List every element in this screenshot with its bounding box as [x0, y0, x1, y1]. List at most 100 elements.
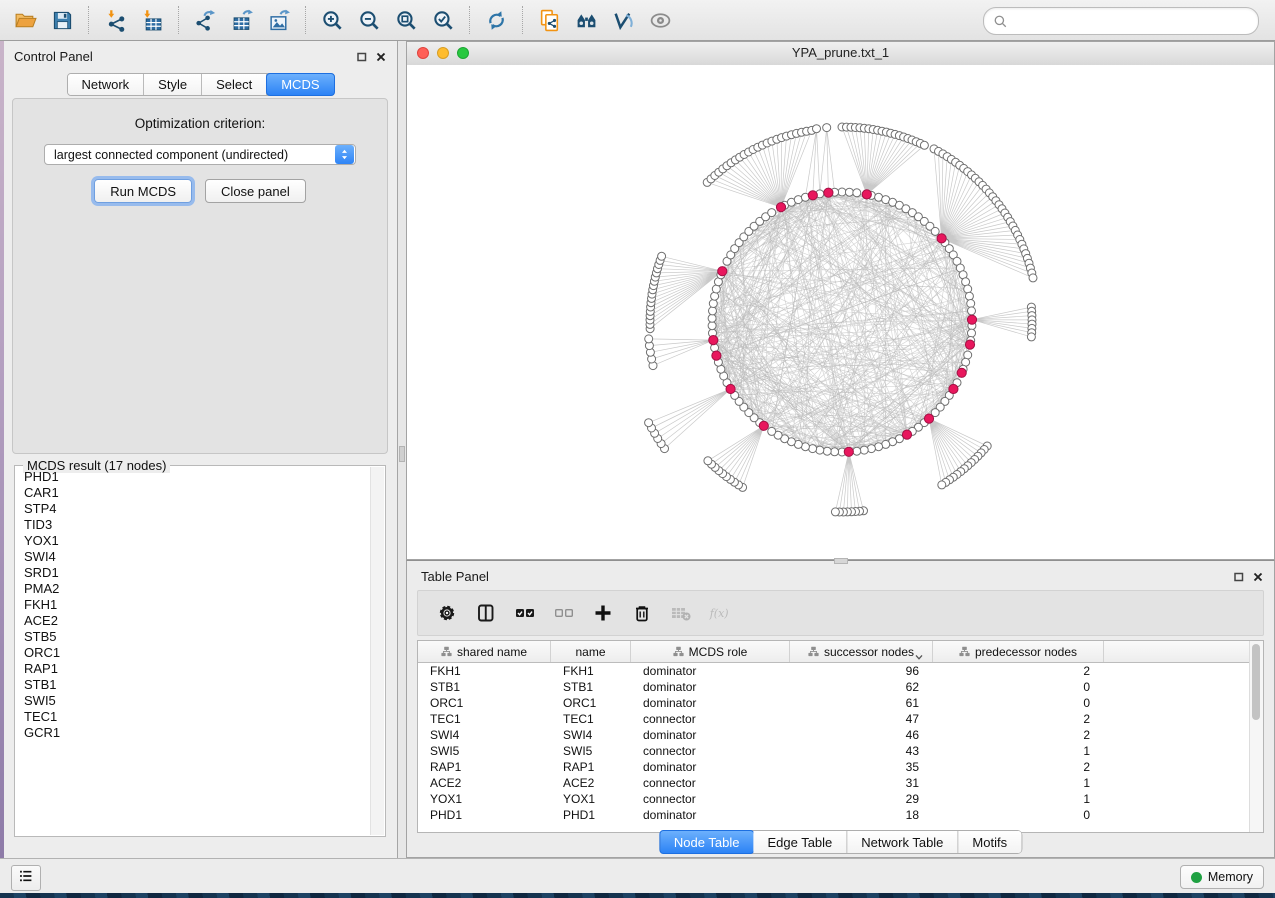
table-row[interactable]: ORC1ORC1dominator610	[418, 695, 1263, 711]
memory-button[interactable]: Memory	[1180, 865, 1264, 889]
mcds-result-item[interactable]: RAP1	[16, 661, 370, 677]
table-scrollbar[interactable]	[1249, 641, 1263, 832]
mcds-result-item[interactable]: TID3	[16, 517, 370, 533]
search-icon	[993, 14, 1008, 29]
import-network-button[interactable]	[97, 3, 134, 37]
table-row[interactable]: TEC1TEC1connector472	[418, 711, 1263, 727]
duplicate-network-button[interactable]	[531, 3, 568, 37]
cell-successor-nodes: 29	[790, 791, 933, 807]
mcds-result-item[interactable]: GCR1	[16, 725, 370, 741]
search-input[interactable]	[1008, 11, 1258, 31]
mcds-result-item[interactable]: CAR1	[16, 485, 370, 501]
save-session-button[interactable]	[44, 3, 81, 37]
close-panel-button[interactable]: Close panel	[205, 179, 306, 203]
table-row[interactable]: SWI5SWI5connector431	[418, 743, 1263, 759]
toolbar-group	[0, 3, 88, 37]
toggle-style-button[interactable]	[605, 3, 642, 37]
network-window-titlebar[interactable]: YPA_prune.txt_1	[407, 42, 1274, 66]
refresh-view-button[interactable]	[478, 3, 515, 37]
svg-text:f(x): f(x)	[709, 607, 729, 620]
float-panel-icon[interactable]	[356, 50, 368, 68]
mcds-result-item[interactable]: SWI4	[16, 549, 370, 565]
mcds-result-item[interactable]: ACE2	[16, 613, 370, 629]
show-hide-panel-icon	[649, 9, 672, 32]
tab-edge-table[interactable]: Edge Table	[753, 831, 847, 853]
tab-node-table[interactable]: Node Table	[659, 830, 755, 854]
show-hide-panel-button[interactable]	[642, 3, 679, 37]
network-graph[interactable]	[407, 65, 1274, 559]
mcds-result-item[interactable]: TEC1	[16, 709, 370, 725]
window-zoom-traffic-light[interactable]	[457, 47, 469, 59]
tab-select[interactable]: Select	[202, 74, 267, 95]
zoom-selected-button[interactable]	[425, 3, 462, 37]
select-all-rows-button[interactable]	[508, 596, 541, 630]
table-row[interactable]: SWI4SWI4dominator462	[418, 727, 1263, 743]
mcds-result-item[interactable]: STB1	[16, 677, 370, 693]
tab-network-table[interactable]: Network Table	[847, 831, 958, 853]
toggle-columns-button[interactable]	[469, 596, 502, 630]
column-header-successor-nodes[interactable]: successor nodes	[790, 641, 933, 662]
zoom-out-button[interactable]	[351, 3, 388, 37]
close-panel-icon[interactable]	[375, 50, 387, 68]
column-header-shared-name[interactable]: shared name	[418, 641, 551, 662]
table-row[interactable]: RAP1RAP1dominator352	[418, 759, 1263, 775]
deselect-all-rows-button[interactable]	[547, 596, 580, 630]
tab-style[interactable]: Style	[144, 74, 202, 95]
mcds-result-item[interactable]: ORC1	[16, 645, 370, 661]
search-network-button[interactable]	[568, 3, 605, 37]
zoom-in-button[interactable]	[314, 3, 351, 37]
table-row[interactable]: STB1STB1dominator620	[418, 679, 1263, 695]
close-panel-icon[interactable]	[1252, 570, 1264, 588]
float-panel-icon[interactable]	[1233, 570, 1245, 588]
network-canvas[interactable]	[407, 65, 1274, 559]
selected-criterion: largest connected component (undirected)	[45, 148, 335, 162]
memory-label: Memory	[1208, 870, 1253, 884]
mcds-result-item[interactable]: STP4	[16, 501, 370, 517]
window-close-traffic-light[interactable]	[417, 47, 429, 59]
mcds-result-list[interactable]: PHD1CAR1STP4TID3YOX1SWI4SRD1PMA2FKH1ACE2…	[16, 469, 370, 835]
zoom-fit-button[interactable]	[388, 3, 425, 37]
run-mcds-button[interactable]: Run MCDS	[94, 179, 192, 203]
cell-successor-nodes: 46	[790, 727, 933, 743]
mcds-result-item[interactable]: YOX1	[16, 533, 370, 549]
add-column-button[interactable]	[586, 596, 619, 630]
mcds-result-item[interactable]: PMA2	[16, 581, 370, 597]
table-row[interactable]: YOX1YOX1connector291	[418, 791, 1263, 807]
mcds-result-item[interactable]: FKH1	[16, 597, 370, 613]
cell-predecessor-nodes: 1	[933, 791, 1104, 807]
select-all-rows-icon	[514, 603, 536, 623]
settings-gear-button[interactable]	[430, 596, 463, 630]
delete-column-button[interactable]	[625, 596, 658, 630]
splitter-grip[interactable]	[399, 446, 405, 462]
control-panel: Control Panel NetworkStyleSelectMCDS Opt…	[4, 41, 398, 858]
mcds-result-item[interactable]: SWI5	[16, 693, 370, 709]
mcds-result-item[interactable]: PHD1	[16, 469, 370, 485]
mcds-result-item[interactable]: STB5	[16, 629, 370, 645]
column-header-MCDS-role[interactable]: MCDS role	[631, 641, 790, 662]
vertical-splitter[interactable]	[398, 41, 406, 858]
table-row[interactable]: PHD1PHD1dominator180	[418, 807, 1263, 823]
export-network-button[interactable]	[187, 3, 224, 37]
table-row[interactable]: ACE2ACE2connector311	[418, 775, 1263, 791]
task-history-button[interactable]	[11, 865, 41, 891]
window-minimize-traffic-light[interactable]	[437, 47, 449, 59]
export-table-button[interactable]	[224, 3, 261, 37]
mcds-list-scrollbar[interactable]	[370, 467, 384, 835]
export-image-button[interactable]	[261, 3, 298, 37]
optimization-criterion-select[interactable]: largest connected component (undirected)	[44, 144, 356, 165]
tab-motifs[interactable]: Motifs	[958, 831, 1021, 853]
tab-network[interactable]: Network	[67, 74, 144, 95]
column-header-predecessor-nodes[interactable]: predecessor nodes	[933, 641, 1104, 662]
mcds-result-item[interactable]: SRD1	[16, 565, 370, 581]
cell-MCDS-role: connector	[631, 743, 790, 759]
add-column-icon	[592, 603, 614, 623]
cell-name: STB1	[551, 679, 631, 695]
tab-mcds[interactable]: MCDS	[266, 73, 334, 96]
column-label: MCDS role	[689, 645, 748, 659]
table-scrollbar-thumb[interactable]	[1252, 644, 1260, 720]
table-row[interactable]: FKH1FKH1dominator962	[418, 663, 1263, 679]
open-file-button[interactable]	[7, 3, 44, 37]
column-header-name[interactable]: name	[551, 641, 631, 662]
import-table-button[interactable]	[134, 3, 171, 37]
horizontal-splitter-grip[interactable]	[834, 558, 848, 564]
